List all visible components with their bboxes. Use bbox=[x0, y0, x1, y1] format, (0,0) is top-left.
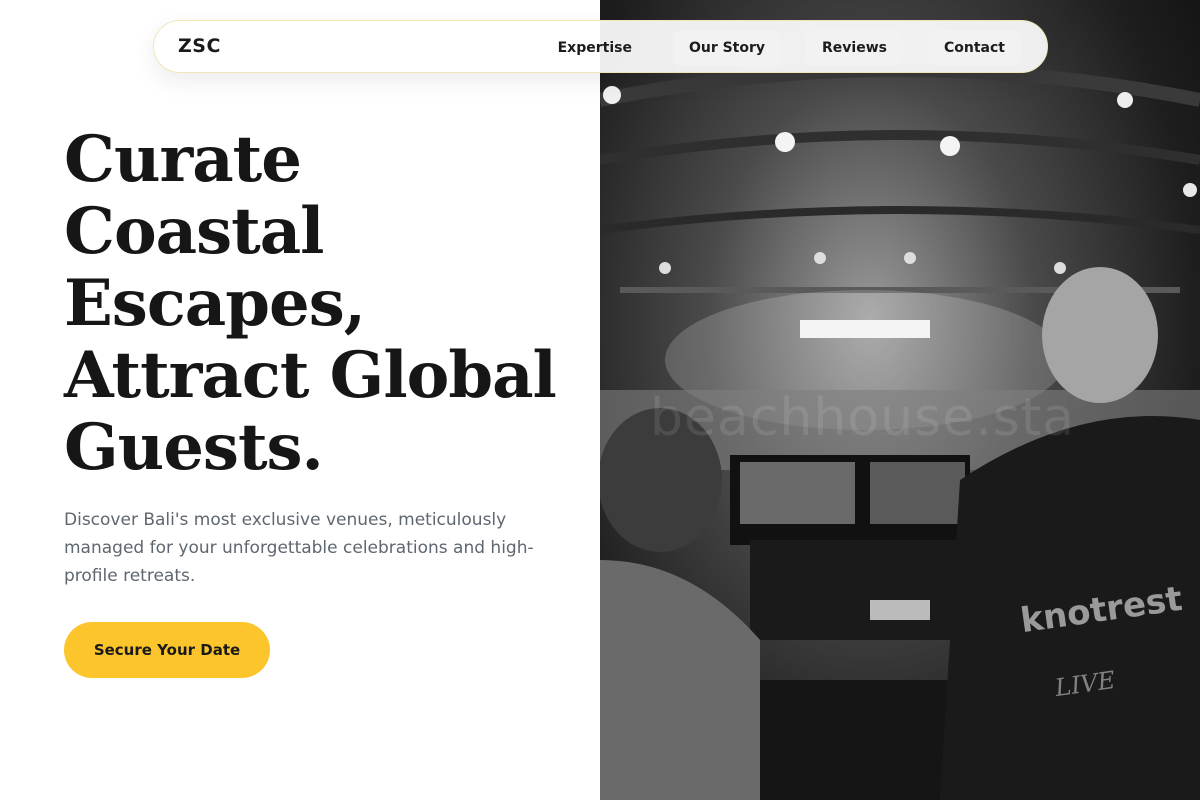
nav-link-expertise[interactable]: Expertise bbox=[542, 30, 648, 66]
logo[interactable]: ZSC bbox=[178, 35, 221, 57]
nav-links: Expertise Our Story Reviews Contact bbox=[542, 30, 1021, 66]
hero-photo: beachhouse.sta knotrest LIVE bbox=[600, 0, 1200, 800]
nav-link-our-story[interactable]: Our Story bbox=[672, 30, 782, 66]
hero-headline: Curate Coastal Escapes, Attract Global G… bbox=[64, 124, 584, 484]
photo-watermark: beachhouse.sta bbox=[650, 388, 1076, 448]
headline-line: Curate bbox=[64, 122, 302, 197]
headline-line: Attract Global bbox=[64, 338, 557, 413]
headline-line: Guests. bbox=[64, 410, 324, 485]
top-navigation: ZSC Expertise Our Story Reviews Contact bbox=[153, 20, 1048, 73]
nav-link-contact[interactable]: Contact bbox=[928, 30, 1021, 66]
hero-subtitle: Discover Bali's most exclusive venues, m… bbox=[64, 510, 534, 586]
headline-line: Escapes, bbox=[64, 266, 366, 341]
secure-date-button[interactable]: Secure Your Date bbox=[64, 622, 270, 678]
nav-link-reviews[interactable]: Reviews bbox=[806, 30, 903, 66]
headline-line: Coastal bbox=[64, 194, 324, 269]
